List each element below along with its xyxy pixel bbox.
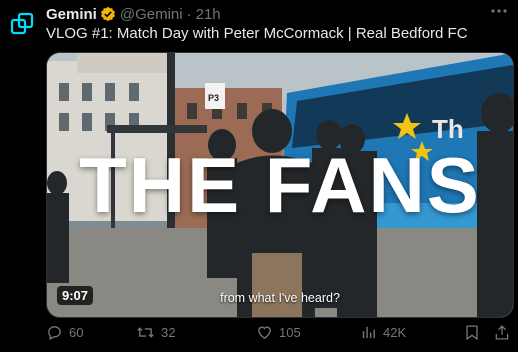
tweet-header: Gemini @Gemini · 21h [46, 4, 508, 24]
bookmark-button[interactable] [464, 324, 480, 341]
views-count: 42K [383, 325, 407, 340]
author-name[interactable]: Gemini [46, 6, 97, 23]
video-title-overlay: THE FANS [79, 141, 481, 229]
bookmark-icon [466, 325, 478, 341]
verified-badge-icon [100, 6, 116, 22]
like-count: 105 [279, 325, 301, 340]
avatar[interactable] [4, 6, 40, 42]
separator: · [186, 5, 192, 23]
retweet-icon [137, 327, 154, 338]
views-icon [362, 326, 375, 339]
reply-count: 60 [69, 325, 84, 340]
reply-icon [48, 326, 61, 341]
svg-text:Th: Th [432, 114, 464, 144]
sign-text: P3 [208, 93, 219, 103]
retweet-count: 32 [161, 325, 176, 340]
more-icon[interactable] [490, 2, 508, 25]
reply-button[interactable]: 60 [46, 324, 83, 341]
views-button[interactable]: 42K [360, 324, 406, 341]
gemini-logo-icon [10, 12, 34, 35]
tweet-text: VLOG #1: Match Day with Peter McCormack … [46, 25, 468, 42]
video-caption: from what I've heard? [220, 291, 340, 305]
video-duration: 9:07 [57, 286, 94, 305]
tweet-actions: 60 32 105 42K [46, 324, 512, 346]
share-icon [495, 325, 509, 340]
like-icon [258, 326, 271, 339]
video-player[interactable]: P3 Th THE FANS from what I've heard? 9:0… [46, 52, 514, 318]
like-button[interactable]: 105 [256, 324, 301, 341]
timestamp[interactable]: 21h [196, 6, 221, 23]
retweet-button[interactable]: 32 [136, 324, 175, 341]
author-handle[interactable]: @Gemini [120, 6, 183, 23]
share-button[interactable] [494, 324, 510, 341]
